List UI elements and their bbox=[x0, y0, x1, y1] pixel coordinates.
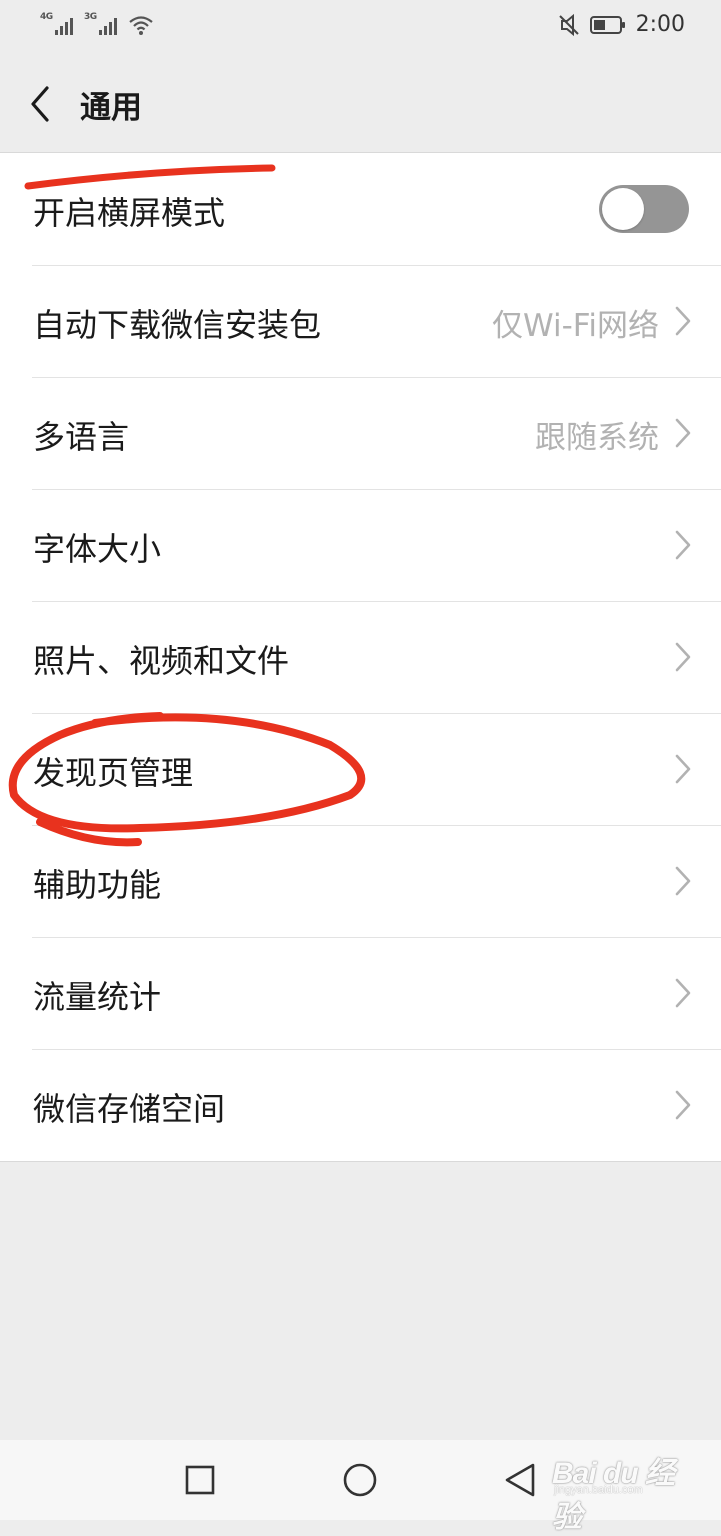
settings-list: 开启横屏模式 自动下载微信安装包 仅Wi-Fi网络 多语言 跟随系统 字体大小 … bbox=[0, 153, 721, 1162]
chevron-right-icon bbox=[675, 418, 691, 448]
chevron-right-icon bbox=[675, 306, 691, 336]
setting-language[interactable]: 多语言 跟随系统 bbox=[0, 377, 721, 489]
landscape-mode-toggle[interactable] bbox=[599, 185, 689, 233]
setting-label: 辅助功能 bbox=[33, 866, 162, 904]
mute-icon bbox=[558, 13, 579, 36]
cell-signal-icon bbox=[55, 18, 73, 35]
setting-label: 发现页管理 bbox=[33, 754, 194, 792]
watermark-url: jingyan.baidu.com bbox=[554, 1484, 643, 1496]
page-title: 通用 bbox=[80, 90, 142, 126]
setting-landscape-mode: 开启横屏模式 bbox=[0, 153, 721, 265]
network-type-2: 3G bbox=[84, 12, 97, 22]
status-right-group: 2:00 bbox=[558, 12, 685, 37]
home-circle-icon bbox=[343, 1463, 377, 1497]
chevron-right-icon bbox=[675, 530, 691, 560]
setting-font-size[interactable]: 字体大小 bbox=[0, 489, 721, 601]
setting-label: 开启横屏模式 bbox=[33, 194, 226, 232]
setting-label: 自动下载微信安装包 bbox=[33, 306, 322, 344]
signal-2: 3G bbox=[84, 12, 118, 36]
setting-label: 字体大小 bbox=[33, 530, 162, 568]
chevron-right-icon bbox=[675, 866, 691, 896]
setting-auto-download[interactable]: 自动下载微信安装包 仅Wi-Fi网络 bbox=[0, 265, 721, 377]
setting-label: 多语言 bbox=[33, 418, 130, 456]
chevron-right-icon bbox=[675, 754, 691, 784]
setting-data-usage[interactable]: 流量统计 bbox=[0, 937, 721, 1049]
signal-1: 4G bbox=[40, 12, 74, 36]
setting-storage[interactable]: 微信存储空间 bbox=[0, 1049, 721, 1161]
cell-signal-icon bbox=[99, 18, 117, 35]
status-left-group: 4G 3G bbox=[40, 12, 154, 36]
setting-accessibility[interactable]: 辅助功能 bbox=[0, 825, 721, 937]
toggle-knob bbox=[602, 188, 644, 230]
setting-discover-management[interactable]: 发现页管理 bbox=[0, 713, 721, 825]
chevron-right-icon bbox=[675, 1090, 691, 1120]
back-nav-button[interactable] bbox=[500, 1460, 540, 1500]
status-bar: 4G 3G 2:00 bbox=[0, 0, 721, 56]
back-button[interactable] bbox=[20, 80, 60, 128]
recents-square-icon bbox=[185, 1465, 215, 1495]
header: 通用 bbox=[0, 56, 721, 153]
setting-label: 微信存储空间 bbox=[33, 1090, 226, 1128]
battery-icon bbox=[589, 15, 625, 34]
clock-time: 2:00 bbox=[635, 12, 685, 37]
chevron-right-icon bbox=[675, 978, 691, 1008]
setting-value: 仅Wi-Fi网络 bbox=[492, 308, 659, 344]
network-type-1: 4G bbox=[40, 12, 53, 22]
setting-label: 流量统计 bbox=[33, 978, 162, 1016]
setting-value: 跟随系统 bbox=[535, 420, 659, 456]
recents-button[interactable] bbox=[180, 1460, 220, 1500]
chevron-left-icon bbox=[31, 86, 49, 122]
setting-label: 照片、视频和文件 bbox=[33, 642, 290, 680]
baidu-watermark: Bai du 经验 jingyan.baidu.com bbox=[548, 1444, 698, 1534]
chevron-right-icon bbox=[675, 642, 691, 672]
back-triangle-icon bbox=[505, 1463, 535, 1497]
wifi-icon bbox=[129, 16, 153, 35]
setting-media-files[interactable]: 照片、视频和文件 bbox=[0, 601, 721, 713]
home-button[interactable] bbox=[340, 1460, 380, 1500]
